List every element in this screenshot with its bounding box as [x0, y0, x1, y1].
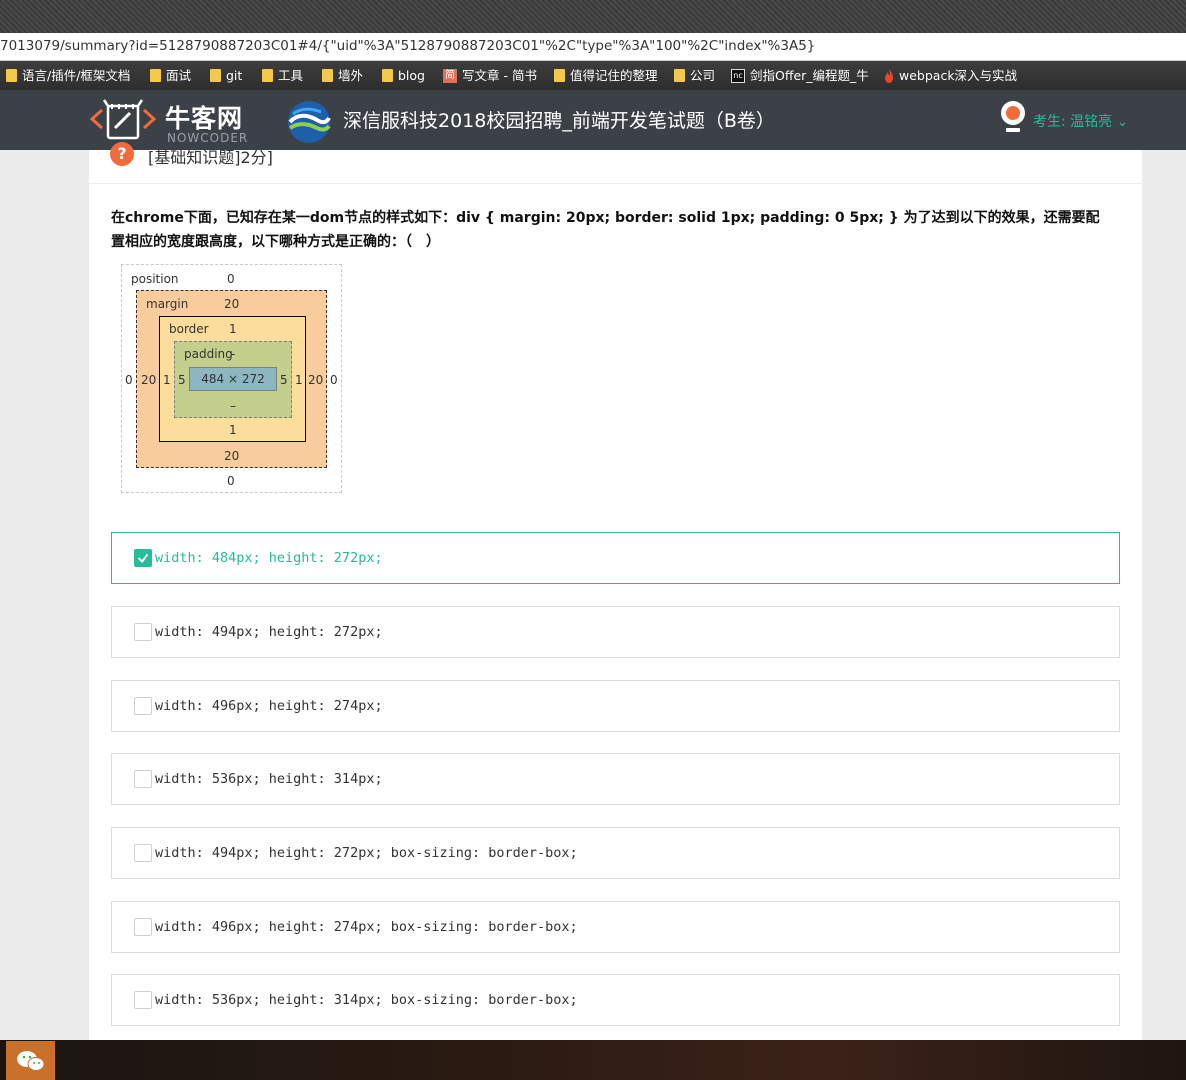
bookmark-label: webpack深入与实战 [899, 68, 1018, 83]
folder-icon [554, 69, 565, 82]
bookmark-label: 剑指Offer_编程题_牛 [750, 68, 869, 83]
option-text: width: 484px; height: 272px; [155, 550, 383, 566]
wechat-icon [17, 1051, 45, 1071]
user-menu[interactable]: 考生: 温铭亮 ⌄ [1033, 111, 1128, 131]
position-left-value: 0 [125, 373, 133, 387]
margin-label: margin [146, 297, 189, 311]
bookmark-label: 工具 [278, 68, 304, 83]
taskbar [0, 1040, 1186, 1080]
option-c[interactable]: width: 496px; height: 274px; [111, 680, 1120, 732]
checkbox[interactable] [134, 623, 152, 641]
address-bar[interactable]: 7013079/summary?id=5128790887203C01#4/{"… [0, 33, 1186, 61]
padding-left-value: 5 [178, 373, 186, 387]
jianshu-icon: 简 [443, 68, 457, 83]
bookmark-label: 写文章 - 简书 [462, 68, 537, 83]
nowcoder-icon: nc [731, 68, 745, 83]
option-text: width: 536px; height: 314px; box-sizing:… [155, 992, 578, 1008]
padding-box: padding - – 5 5 484 × 272 [174, 341, 292, 418]
option-text: width: 536px; height: 314px; [155, 771, 383, 787]
bookmark-label: blog [398, 68, 425, 83]
bookmark-webpack[interactable]: webpack深入与实战 [884, 61, 1017, 90]
margin-box: margin 20 20 20 20 border 1 1 1 1 paddin… [136, 290, 327, 468]
bookmark-label: 墙外 [338, 68, 364, 83]
bookmark-label: 语言/插件/框架文档 [22, 68, 131, 83]
folder-icon [382, 69, 393, 82]
bookmark-jianshu[interactable]: 简 写文章 - 简书 [443, 61, 537, 90]
check-icon [137, 553, 149, 564]
folder-icon [322, 69, 333, 82]
bookmark-git[interactable]: git [210, 61, 242, 90]
folder-icon [262, 69, 273, 82]
bookmark-notes[interactable]: 值得记住的整理 [554, 61, 658, 90]
checkbox[interactable] [134, 991, 152, 1009]
bookmark-label: 公司 [690, 68, 716, 83]
border-label: border [169, 322, 209, 336]
question-icon: ? [110, 142, 134, 166]
logo-text[interactable]: 牛客网 [165, 99, 243, 135]
padding-right-value: 5 [280, 373, 288, 387]
position-right-value: 0 [330, 373, 338, 387]
position-bottom-value: 0 [227, 474, 235, 488]
browser-frame [0, 0, 1186, 33]
margin-right-value: 20 [308, 373, 324, 387]
flame-icon [885, 68, 893, 83]
bookmark-label: git [226, 68, 243, 83]
question-header: ? [基础知识题]2分] [89, 142, 1142, 184]
padding-top-value: - [231, 347, 236, 361]
option-g[interactable]: width: 536px; height: 314px; box-sizing:… [111, 974, 1120, 1026]
margin-left-value: 20 [141, 373, 157, 387]
logo-subtitle: NOWCODER [167, 131, 249, 145]
question-type: [基础知识题]2分] [148, 148, 273, 167]
box-model-diagram: position 0 0 0 0 margin 20 20 20 20 bord… [121, 264, 342, 493]
user-avatar-icon[interactable] [999, 100, 1027, 134]
bookmarks-bar: 语言/插件/框架文档 面试 git 工具 墙外 blog 简 写文章 - 简书 … [0, 61, 1186, 90]
option-b[interactable]: width: 494px; height: 272px; [111, 606, 1120, 658]
bookmark-tools[interactable]: 工具 [262, 61, 303, 90]
bookmark-docs[interactable]: 语言/插件/框架文档 [6, 61, 130, 90]
checkbox[interactable] [134, 770, 152, 788]
option-text: width: 494px; height: 272px; box-sizing:… [155, 845, 578, 861]
option-text: width: 494px; height: 272px; [155, 624, 383, 640]
padding-label: padding [184, 347, 233, 361]
taskbar-wechat-button[interactable] [6, 1041, 55, 1080]
site-header: 牛客网 NOWCODER 深信服科技2018校园招聘_前端开发笔试题（B卷） 考… [0, 90, 1186, 150]
checkbox[interactable] [134, 844, 152, 862]
folder-icon [210, 69, 221, 82]
option-text: width: 496px; height: 274px; box-sizing:… [155, 919, 578, 935]
folder-icon [6, 69, 17, 82]
position-top-value: 0 [227, 272, 235, 286]
option-e[interactable]: width: 494px; height: 272px; box-sizing:… [111, 827, 1120, 879]
bookmark-label: 值得记住的整理 [570, 68, 658, 83]
bookmark-company[interactable]: 公司 [674, 61, 715, 90]
checkbox-checked[interactable] [134, 549, 152, 567]
border-box: border 1 1 1 1 padding - – 5 5 484 × 272 [159, 316, 306, 442]
bookmark-label: 面试 [166, 68, 192, 83]
nowcoder-logo-icon[interactable] [88, 96, 158, 142]
option-d[interactable]: width: 536px; height: 314px; [111, 753, 1120, 805]
bookmark-offer[interactable]: nc 剑指Offer_编程题_牛 [731, 61, 869, 90]
checkbox[interactable] [134, 918, 152, 936]
bookmark-outside[interactable]: 墙外 [322, 61, 363, 90]
option-a[interactable]: width: 484px; height: 272px; [111, 532, 1120, 584]
checkbox[interactable] [134, 697, 152, 715]
content-box: 484 × 272 [189, 367, 277, 391]
option-text: width: 496px; height: 274px; [155, 698, 383, 714]
border-top-value: 1 [229, 322, 237, 336]
position-label: position [131, 272, 179, 286]
padding-bottom-value: – [230, 399, 236, 413]
address-url[interactable]: 7013079/summary?id=5128790887203C01#4/{"… [0, 38, 815, 54]
question-text: 在chrome下面，已知存在某一dom节点的样式如下：div { margin:… [111, 210, 1100, 250]
margin-bottom-value: 20 [224, 449, 240, 463]
border-bottom-value: 1 [229, 423, 237, 437]
company-logo-icon [288, 101, 331, 143]
border-left-value: 1 [163, 373, 171, 387]
exam-title: 深信服科技2018校园招聘_前端开发笔试题（B卷） [343, 110, 775, 132]
folder-icon [150, 69, 161, 82]
bookmark-blog[interactable]: blog [382, 61, 425, 90]
folder-icon [674, 69, 685, 82]
bookmark-interview[interactable]: 面试 [150, 61, 191, 90]
margin-top-value: 20 [224, 297, 240, 311]
border-right-value: 1 [295, 373, 303, 387]
option-f[interactable]: width: 496px; height: 274px; box-sizing:… [111, 901, 1120, 953]
